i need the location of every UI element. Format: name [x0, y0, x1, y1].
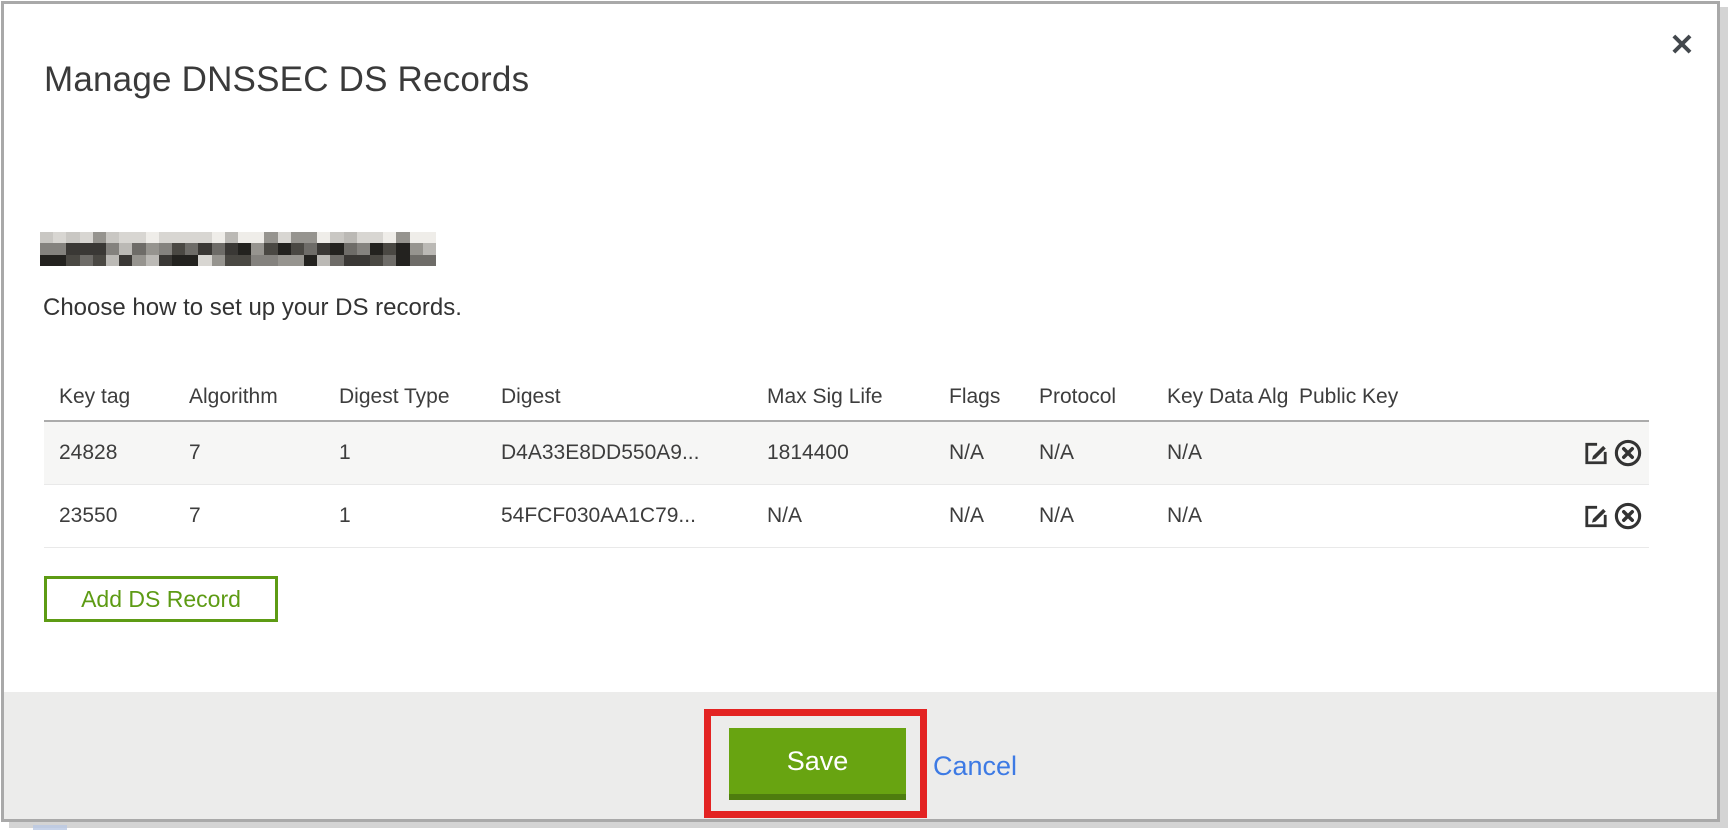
col-header-key-data-alg: Key Data Alg [1167, 385, 1299, 409]
cancel-link[interactable]: Cancel [933, 751, 1017, 782]
table-row: 23550 7 1 54FCF030AA1C79... N/A N/A N/A … [44, 484, 1649, 548]
cell-flags: N/A [949, 504, 1039, 528]
cell-algorithm: 7 [189, 504, 339, 528]
redacted-domain-name [40, 232, 436, 266]
add-ds-record-button[interactable]: Add DS Record [44, 576, 278, 622]
edit-record-icon[interactable] [1581, 501, 1611, 531]
background-page-artifact [33, 825, 67, 830]
page-title: Manage DNSSEC DS Records [44, 60, 529, 100]
col-header-algorithm: Algorithm [189, 385, 339, 409]
dnssec-modal: Manage DNSSEC DS Records ✕ Choose how to… [1, 1, 1720, 822]
col-header-flags: Flags [949, 385, 1039, 409]
ds-records-table: Key tag Algorithm Digest Type Digest Max… [44, 374, 1649, 548]
cell-protocol: N/A [1039, 504, 1167, 528]
cell-max-sig-life: 1814400 [767, 441, 949, 465]
col-header-digest-type: Digest Type [339, 385, 501, 409]
delete-record-icon[interactable] [1613, 438, 1643, 468]
cell-digest-type: 1 [339, 441, 501, 465]
col-header-digest: Digest [501, 385, 767, 409]
col-header-key-tag: Key tag [59, 385, 189, 409]
delete-record-icon[interactable] [1613, 501, 1643, 531]
cell-key-tag: 23550 [59, 504, 189, 528]
table-row: 24828 7 1 D4A33E8DD550A9... 1814400 N/A … [44, 420, 1649, 484]
save-button[interactable]: Save [729, 728, 906, 800]
cell-algorithm: 7 [189, 441, 339, 465]
cell-key-data-alg: N/A [1167, 441, 1299, 465]
cell-digest: 54FCF030AA1C79... [501, 504, 767, 528]
cell-protocol: N/A [1039, 441, 1167, 465]
screen: Manage DNSSEC DS Records ✕ Choose how to… [0, 0, 1734, 830]
col-header-max-sig-life: Max Sig Life [767, 385, 949, 409]
cell-digest-type: 1 [339, 504, 501, 528]
cell-flags: N/A [949, 441, 1039, 465]
cell-digest: D4A33E8DD550A9... [501, 441, 767, 465]
cell-key-tag: 24828 [59, 441, 189, 465]
col-header-protocol: Protocol [1039, 385, 1167, 409]
edit-record-icon[interactable] [1581, 438, 1611, 468]
cell-max-sig-life: N/A [767, 504, 949, 528]
table-header-row: Key tag Algorithm Digest Type Digest Max… [44, 374, 1649, 420]
col-header-public-key: Public Key [1299, 385, 1581, 409]
close-icon[interactable]: ✕ [1664, 28, 1700, 64]
instruction-text: Choose how to set up your DS records. [43, 294, 462, 322]
cell-key-data-alg: N/A [1167, 504, 1299, 528]
